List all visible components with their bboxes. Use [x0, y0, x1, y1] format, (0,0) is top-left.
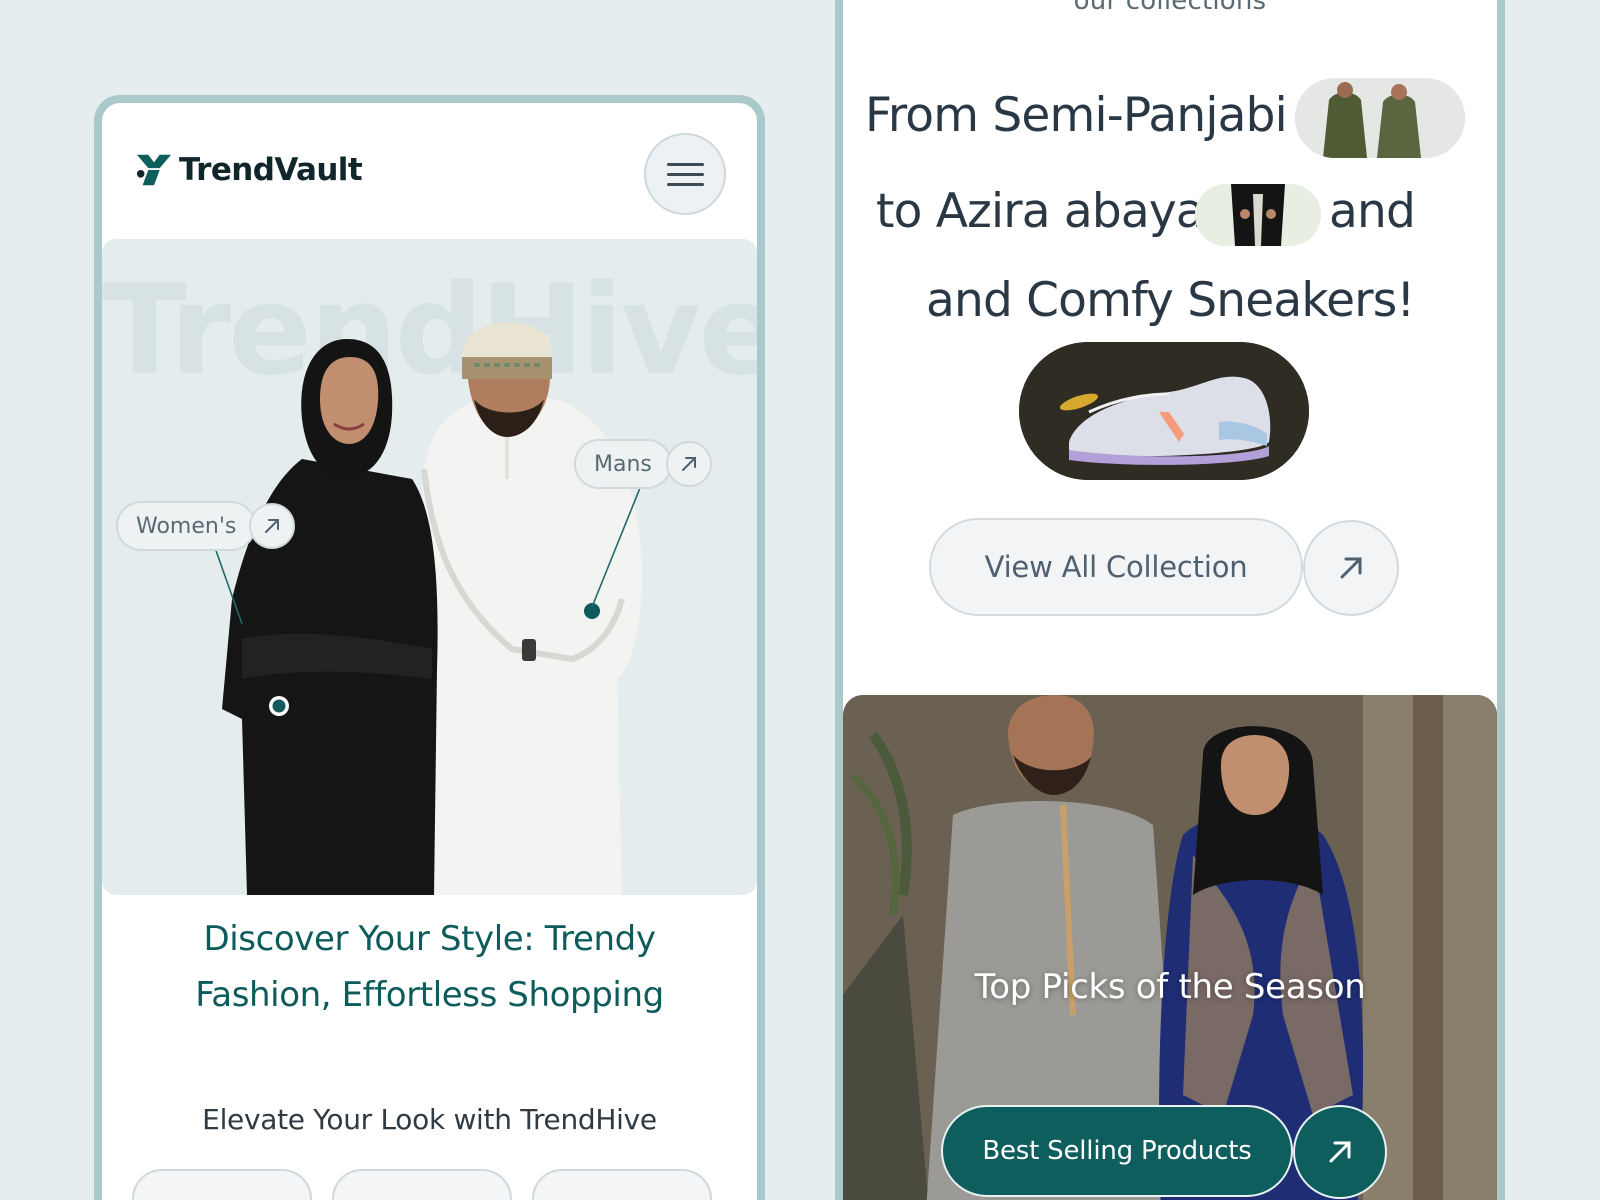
arrow-up-right-icon [682, 457, 696, 471]
arrow-up-right-icon [1329, 1141, 1351, 1163]
mans-tag-arrow-button[interactable] [666, 441, 712, 487]
collection-line-2: to Azira abaya [876, 184, 1205, 239]
womens-tag[interactable]: Women's [116, 501, 257, 551]
sneaker-thumbnail[interactable] [1019, 342, 1309, 480]
hero-headline-line-1: Discover Your Style: Trendy [203, 919, 656, 959]
brand-name: TrendVault [179, 152, 363, 188]
view-all-collection-button[interactable]: View All Collection [929, 518, 1303, 616]
category-chip[interactable] [532, 1169, 712, 1200]
womens-tag-arrow-button[interactable] [249, 503, 295, 549]
mans-tag[interactable]: Mans [574, 439, 672, 489]
arrow-up-right-icon [265, 519, 279, 533]
sneaker-image [1019, 342, 1309, 480]
home-screen-phone: TrendVault TrendHive Women's Mans Discov… [94, 95, 765, 1200]
category-chip-row [132, 1169, 712, 1200]
abaya-thumbnail[interactable] [1195, 184, 1321, 246]
hamburger-icon [666, 162, 704, 166]
arrow-up-right-icon [1340, 557, 1362, 579]
app-header: TrendVault [102, 103, 757, 239]
season-card-title: Top Picks of the Season [974, 967, 1366, 1007]
menu-button[interactable] [644, 133, 726, 215]
collection-line-3: and Comfy Sneakers! [926, 273, 1415, 328]
hero-subheadline: Elevate Your Look with TrendHive [202, 1103, 657, 1136]
section-eyebrow: our collections [1073, 0, 1267, 16]
collection-line-2-end: and [1329, 184, 1416, 239]
best-selling-arrow-button[interactable] [1293, 1105, 1387, 1199]
hero-banner: TrendHive Women's Mans [102, 239, 757, 895]
brand-logo[interactable]: TrendVault [135, 151, 363, 189]
panjabi-thumbnail[interactable] [1295, 78, 1465, 158]
panjabi-image [1295, 78, 1465, 158]
hero-headline-line-2: Fashion, Effortless Shopping [195, 975, 664, 1015]
hero-models-image [213, 322, 643, 895]
view-all-arrow-button[interactable] [1303, 520, 1399, 616]
collections-screen-phone: our collections From Semi-Panjabi to Azi… [835, 0, 1505, 1200]
abaya-image [1195, 184, 1321, 246]
hero-headline: Discover Your Style: Trendy Fashion, Eff… [102, 911, 757, 1023]
category-chip[interactable] [332, 1169, 512, 1200]
category-chip[interactable] [132, 1169, 312, 1200]
best-selling-products-button[interactable]: Best Selling Products [941, 1105, 1293, 1197]
collection-line-1: From Semi-Panjabi [865, 88, 1288, 143]
top-picks-card[interactable]: Top Picks of the Season Best Selling Pro… [843, 695, 1497, 1200]
logo-mark-icon [136, 154, 172, 186]
